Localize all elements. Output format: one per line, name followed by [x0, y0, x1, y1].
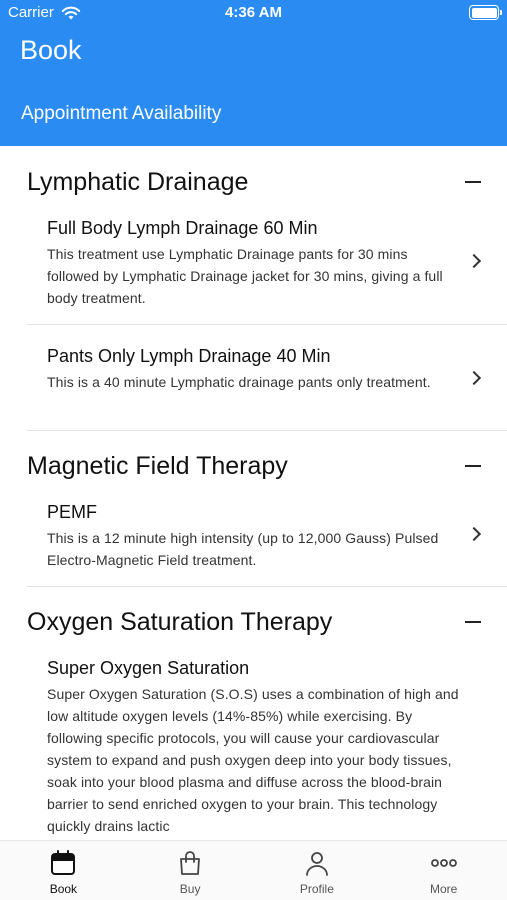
collapse-icon[interactable] [465, 465, 481, 467]
section-header-magnetic-field-therapy[interactable]: Magnetic Field Therapy [27, 448, 487, 484]
page-title: Book [20, 35, 82, 65]
services-list[interactable]: Lymphatic Drainage Full Body Lymph Drain… [0, 146, 507, 840]
tab-profile[interactable]: Profile [254, 841, 381, 900]
section-header-lymphatic-drainage[interactable]: Lymphatic Drainage [27, 164, 487, 200]
collapse-icon[interactable] [465, 621, 481, 623]
section-header-oxygen-saturation-therapy[interactable]: Oxygen Saturation Therapy [27, 604, 487, 640]
chevron-right-icon [466, 370, 482, 386]
list-item-super-oxygen-saturation[interactable]: Super Oxygen Saturation Super Oxygen Sat… [27, 658, 487, 837]
item-title: PEMF [47, 502, 98, 522]
tab-label: Book [49, 882, 78, 896]
app-header: Carrier 4:36 AM Book Appointment Availab… [0, 0, 507, 146]
item-description: This is a 12 minute high intensity (up t… [47, 530, 439, 568]
chevron-right-icon [466, 526, 482, 542]
status-bar: Carrier 4:36 AM [0, 0, 507, 26]
list-item-pemf[interactable]: PEMF This is a 12 minute high intensity … [27, 502, 487, 571]
more-dots-icon [430, 859, 457, 867]
page-subtitle: Appointment Availability [21, 103, 222, 124]
status-time: 4:36 AM [225, 4, 282, 21]
item-description: Super Oxygen Saturation (S.O.S) uses a c… [47, 686, 459, 834]
item-description: This is a 40 minute Lymphatic drainage p… [47, 374, 431, 390]
tab-book[interactable]: Book [0, 841, 127, 900]
shopping-bag-icon [180, 851, 201, 875]
tab-more[interactable]: More [380, 841, 507, 900]
tab-buy[interactable]: Buy [127, 841, 254, 900]
item-title: Full Body Lymph Drainage 60 Min [47, 218, 318, 238]
divider [27, 586, 507, 587]
section-title: Oxygen Saturation Therapy [27, 607, 333, 636]
collapse-icon[interactable] [465, 181, 481, 183]
battery-icon [469, 5, 502, 20]
divider [27, 430, 507, 431]
list-item-full-body-lymph-drainage[interactable]: Full Body Lymph Drainage 60 Min This tre… [27, 218, 487, 309]
list-item-pants-only-lymph-drainage[interactable]: Pants Only Lymph Drainage 40 Min This is… [27, 346, 487, 393]
item-title: Super Oxygen Saturation [47, 658, 250, 678]
item-description: This treatment use Lymphatic Drainage pa… [47, 246, 443, 306]
tab-label: Buy [179, 882, 201, 896]
tab-label: More [429, 882, 458, 896]
tab-bar: Book Buy Profile More [0, 840, 507, 900]
tab-label: Profile [299, 882, 334, 896]
divider [27, 324, 507, 325]
person-icon [305, 852, 328, 876]
chevron-right-icon [466, 253, 482, 269]
section-title: Lymphatic Drainage [27, 167, 249, 196]
item-title: Pants Only Lymph Drainage 40 Min [47, 346, 331, 366]
section-title: Magnetic Field Therapy [27, 451, 288, 480]
calendar-icon [51, 850, 76, 875]
